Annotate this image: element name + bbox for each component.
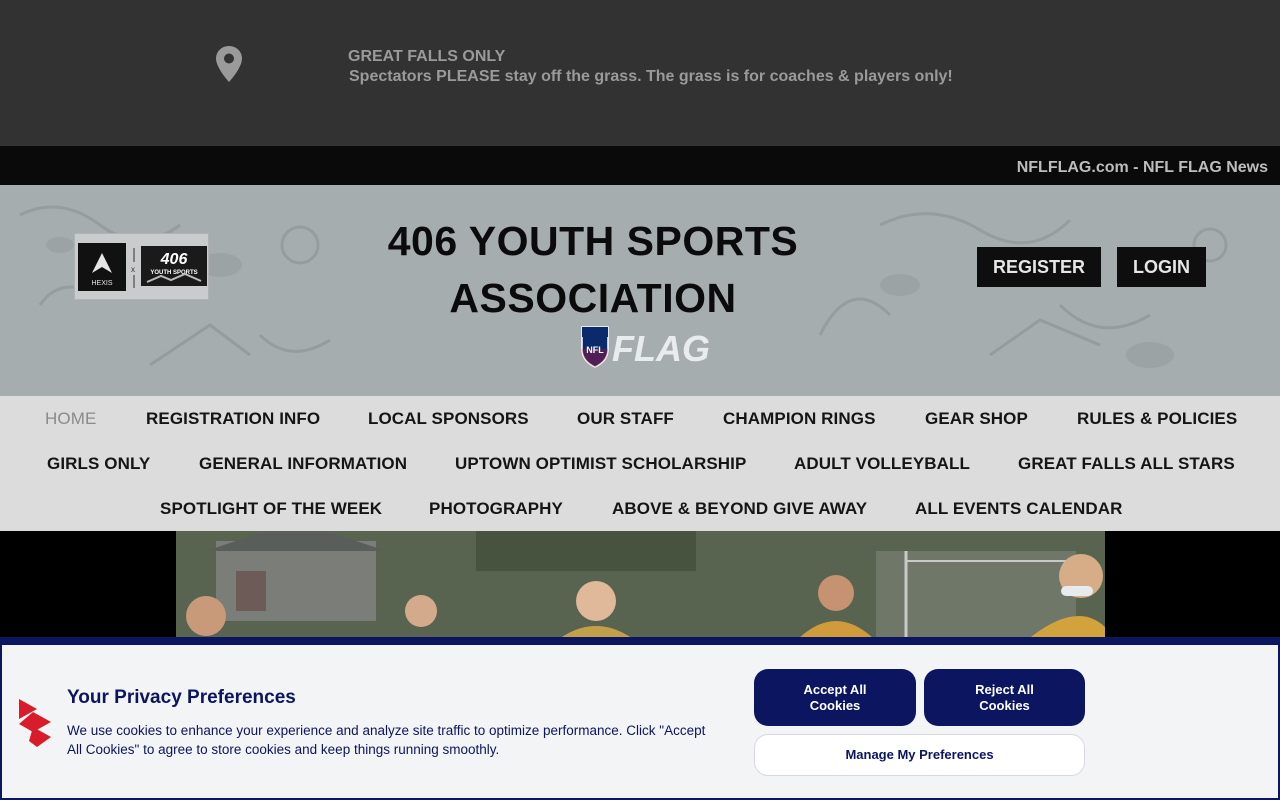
- manage-preferences-button[interactable]: Manage My Preferences: [754, 734, 1085, 776]
- map-pin-icon: [216, 46, 242, 82]
- news-links: NFLFLAG.com - NFL FLAG News: [1017, 159, 1268, 177]
- nfl-flag-news-link[interactable]: NFL FLAG News: [1143, 159, 1268, 176]
- accept-label-line2: Cookies: [809, 697, 861, 713]
- register-button[interactable]: REGISTER: [977, 247, 1101, 287]
- main-nav: HOME REGISTRATION INFO LOCAL SPONSORS OU…: [0, 396, 1280, 531]
- svg-text:x: x: [131, 265, 135, 274]
- cookie-description: We use cookies to enhance your experienc…: [67, 723, 706, 757]
- hexis-mark-icon: HEXIS: [91, 253, 113, 287]
- nav-item-above-beyond-give-away[interactable]: ABOVE & BEYOND GIVE AWAY: [612, 499, 867, 519]
- nav-item-our-staff[interactable]: OUR STAFF: [577, 409, 674, 429]
- hero-image: [176, 531, 1105, 641]
- site-title: 406 YOUTH SPORTS ASSOCIATION: [387, 218, 799, 321]
- nav-item-home[interactable]: HOME: [45, 409, 96, 429]
- 406-youth-sports-logo: 406 YOUTH SPORTS: [141, 246, 207, 286]
- nav-item-adult-volleyball[interactable]: ADULT VOLLEYBALL: [794, 454, 970, 474]
- nav-item-registration-info[interactable]: REGISTRATION INFO: [146, 409, 320, 429]
- svg-text:FLAG: FLAG: [612, 328, 710, 369]
- svg-text:406: 406: [160, 251, 188, 268]
- accept-all-cookies-button[interactable]: Accept All Cookies: [754, 669, 916, 726]
- nav-item-girls-only[interactable]: GIRLS ONLY: [47, 454, 150, 474]
- reject-label-line1: Reject All: [975, 681, 1034, 697]
- svg-text:YOUTH SPORTS: YOUTH SPORTS: [150, 270, 197, 276]
- news-separator: -: [1133, 159, 1139, 176]
- alert-title: GREAT FALLS ONLY: [348, 48, 506, 65]
- svg-text:HEXIS: HEXIS: [91, 280, 112, 287]
- nav-item-all-events-calendar[interactable]: ALL EVENTS CALENDAR: [915, 499, 1123, 519]
- cookie-title: Your Privacy Preferences: [67, 687, 296, 708]
- nav-item-champion-rings[interactable]: CHAMPION RINGS: [723, 409, 876, 429]
- privacy-logo-icon: [19, 699, 51, 747]
- svg-text:NFL: NFL: [586, 345, 604, 355]
- nav-item-general-information[interactable]: GENERAL INFORMATION: [199, 454, 407, 474]
- nav-item-great-falls-all-stars[interactable]: GREAT FALLS ALL STARS: [1018, 454, 1235, 474]
- hexis-logo: HEXIS: [78, 243, 126, 291]
- hero-photo: [176, 531, 1105, 641]
- nav-item-photography[interactable]: PHOTOGRAPHY: [429, 499, 563, 519]
- login-button[interactable]: LOGIN: [1117, 247, 1206, 287]
- nav-item-local-sponsors[interactable]: LOCAL SPONSORS: [368, 409, 529, 429]
- cookie-banner-border: [0, 637, 1280, 645]
- nfl-flag-logo[interactable]: NFL FLAG: [580, 323, 730, 371]
- alert-bar: GREAT FALLS ONLY Spectators PLEASE stay …: [0, 0, 1280, 146]
- nav-item-uptown-optimist-scholarship[interactable]: UPTOWN OPTIMIST SCHOLARSHIP: [455, 454, 746, 474]
- nav-item-rules-policies[interactable]: RULES & POLICIES: [1077, 409, 1237, 429]
- accept-label-line1: Accept All: [803, 681, 867, 697]
- reject-all-cookies-button[interactable]: Reject All Cookies: [924, 669, 1085, 726]
- site-header: HEXIS x 406 YOUTH SPORTS 406 YOUTH SPORT…: [0, 185, 1280, 396]
- logo-divider-icon: x: [131, 248, 135, 288]
- reject-label-line2: Cookies: [979, 697, 1030, 713]
- cookie-banner: Your Privacy Preferences We use cookies …: [0, 645, 1280, 800]
- nav-item-spotlight-of-the-week[interactable]: SPOTLIGHT OF THE WEEK: [160, 499, 382, 519]
- sponsor-logo[interactable]: HEXIS x 406 YOUTH SPORTS: [74, 233, 209, 300]
- nflflag-link[interactable]: NFLFLAG.com: [1017, 159, 1129, 176]
- alert-message: Spectators PLEASE stay off the grass. Th…: [349, 68, 953, 85]
- nav-item-gear-shop[interactable]: GEAR SHOP: [925, 409, 1028, 429]
